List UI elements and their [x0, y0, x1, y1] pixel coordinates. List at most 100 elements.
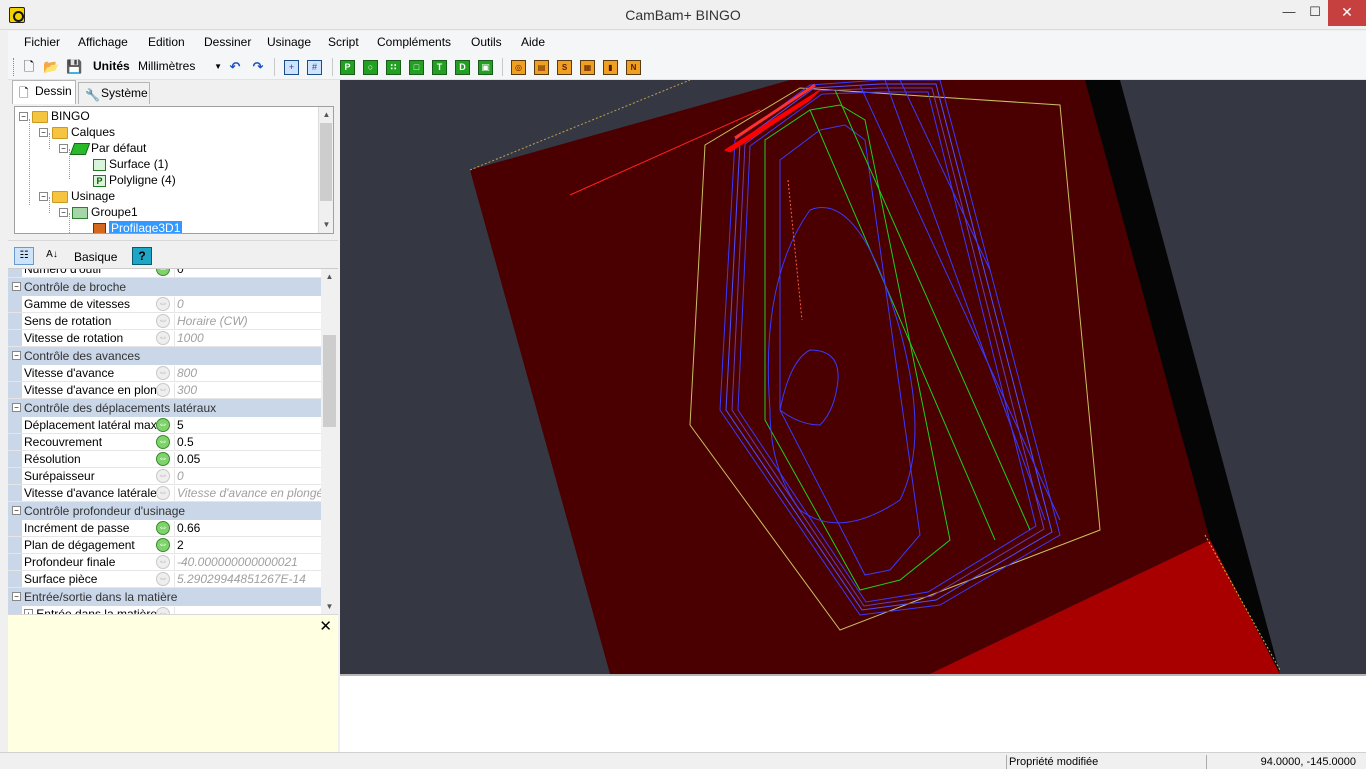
property-row[interactable]: Vitesse d'avance en plongée⇔ 300 [8, 382, 321, 399]
collapse-icon[interactable]: − [12, 506, 21, 515]
auto-value-toggle-icon[interactable]: ⇔ [156, 331, 170, 345]
tree-item-polyline[interactable]: P Polyligne (4) [93, 172, 176, 188]
tree-item-group[interactable]: − Groupe1 [59, 204, 138, 220]
undo-icon[interactable]: ↶ [227, 59, 243, 75]
scroll-up-icon[interactable]: ▲ [319, 107, 333, 122]
property-value[interactable]: 2 [174, 538, 321, 553]
nc-file-op-icon[interactable]: N [626, 60, 641, 75]
property-value[interactable]: 5.29029944851267E-14 [174, 572, 321, 587]
scrollbar-thumb[interactable] [323, 335, 336, 427]
property-row[interactable]: Surépaisseur ⇔ 0 [8, 468, 321, 485]
property-category[interactable]: − Entrée/sortie dans la matière [8, 588, 321, 606]
menu-complements[interactable]: Compléments [377, 35, 451, 49]
auto-value-toggle-icon[interactable]: ⇔ [156, 418, 170, 432]
viewport-canvas[interactable] [340, 80, 1366, 674]
redo-icon[interactable]: ↷ [250, 59, 266, 75]
property-row[interactable]: Sens de rotation ⇔ Horaire (CW) [8, 313, 321, 330]
property-row[interactable]: Vitesse d'avance ⇔ 800 [8, 365, 321, 382]
auto-value-toggle-icon[interactable]: ⇔ [156, 572, 170, 586]
auto-value-toggle-icon[interactable]: ⇔ [156, 486, 170, 500]
toolbar-grip[interactable] [13, 58, 16, 76]
categorized-icon[interactable]: ☷ [14, 247, 34, 265]
engrave-op-icon[interactable]: S [557, 60, 572, 75]
property-value[interactable]: Horaire (CW) [174, 314, 321, 329]
text-draw-icon[interactable]: T [432, 60, 447, 75]
new-file-icon[interactable]: 🗋 [21, 59, 37, 75]
property-value[interactable] [174, 607, 321, 614]
save-icon[interactable]: 💾 [66, 59, 82, 75]
property-row[interactable]: Résolution ⇔ 0.05 [8, 451, 321, 468]
property-value[interactable]: 0 [174, 269, 321, 277]
profile-op-icon[interactable]: ◎ [511, 60, 526, 75]
circle-draw-icon[interactable]: ○ [363, 60, 378, 75]
help-icon[interactable]: ? [132, 247, 152, 265]
auto-value-toggle-icon[interactable]: ⇔ [156, 555, 170, 569]
grid-icon[interactable]: # [307, 60, 322, 75]
property-value[interactable]: 1000 [174, 331, 321, 346]
auto-value-toggle-icon[interactable]: ⇔ [156, 538, 170, 552]
property-scrollbar[interactable]: ▲ ▼ [321, 269, 338, 614]
tab-dessin[interactable]: 🗋 Dessin [12, 80, 76, 104]
message-console[interactable] [340, 674, 1366, 752]
property-category[interactable]: − Contrôle profondeur d'usinage [8, 502, 321, 520]
tree-item-root[interactable]: − BINGO [19, 108, 90, 124]
points-draw-icon[interactable]: ∷ [386, 60, 401, 75]
property-row[interactable]: Plan de dégagement ⇔ 2 [8, 537, 321, 554]
property-row[interactable]: Vitesse d'avance latérale ⇔ Vitesse d'avan… [8, 485, 321, 502]
property-row[interactable]: Vitesse de rotation ⇔ 1000 [8, 330, 321, 347]
maximize-button[interactable]: ☐ [1298, 0, 1332, 26]
menu-usinage[interactable]: Usinage [267, 35, 311, 49]
property-row[interactable]: Profondeur finale ⇔ -40.000000000000021 [8, 554, 321, 571]
property-row[interactable]: Déplacement latéral maxi ⇔ 5 [8, 417, 321, 434]
tree-item-calques[interactable]: − Calques [39, 124, 115, 140]
region-draw-icon[interactable]: D [455, 60, 470, 75]
collapse-icon[interactable]: − [59, 208, 68, 218]
collapse-icon[interactable]: − [12, 403, 21, 412]
scroll-down-icon[interactable]: ▼ [321, 599, 338, 614]
drill-op-icon[interactable]: ▮ [603, 60, 618, 75]
collapse-icon[interactable]: − [12, 282, 21, 291]
property-value[interactable]: 0.66 [174, 521, 321, 536]
snap-icon[interactable]: + [284, 60, 299, 75]
menu-dessiner[interactable]: Dessiner [204, 35, 251, 49]
collapse-icon[interactable]: − [59, 144, 68, 154]
auto-value-toggle-icon[interactable]: ⇔ [156, 452, 170, 466]
basique-button[interactable]: Basique [74, 250, 117, 264]
scroll-up-icon[interactable]: ▲ [321, 269, 338, 284]
property-category[interactable]: − Contrôle des avances [8, 347, 321, 365]
tab-systeme[interactable]: 🔧 Système [78, 82, 150, 104]
auto-value-toggle-icon[interactable]: ⇔ [156, 383, 170, 397]
collapse-icon[interactable]: − [39, 128, 48, 138]
menu-fichier[interactable]: Fichier [24, 35, 60, 49]
3d-viewport[interactable] [340, 80, 1366, 674]
collapse-icon[interactable]: − [39, 192, 48, 202]
auto-value-toggle-icon[interactable]: ⇔ [156, 314, 170, 328]
menu-script[interactable]: Script [328, 35, 359, 49]
auto-value-toggle-icon[interactable]: ⇔ [156, 607, 170, 614]
property-row[interactable]: Numéro d'outil ⇔ 0 [8, 269, 321, 278]
property-value[interactable]: 800 [174, 366, 321, 381]
open-folder-icon[interactable]: 📂 [43, 59, 59, 75]
rectangle-draw-icon[interactable]: □ [409, 60, 424, 75]
menu-affichage[interactable]: Affichage [78, 35, 128, 49]
auto-value-toggle-icon[interactable]: ⇔ [156, 435, 170, 449]
scrollbar-thumb[interactable] [320, 123, 332, 201]
sort-alpha-icon[interactable]: A↓ [42, 247, 62, 265]
collapse-icon[interactable]: − [12, 351, 21, 360]
scroll-down-icon[interactable]: ▼ [319, 217, 333, 232]
property-value[interactable]: 0 [174, 469, 321, 484]
property-value[interactable]: Vitesse d'avance en plongée [174, 486, 321, 501]
property-value[interactable]: -40.000000000000021 [174, 555, 321, 570]
property-value[interactable]: 0.5 [174, 435, 321, 450]
property-row[interactable]: Incrément de passe ⇔ 0.66 [8, 520, 321, 537]
property-row[interactable]: Surface pièce ⇔ 5.29029944851267E-14 [8, 571, 321, 588]
pocket-op-icon[interactable]: ▤ [534, 60, 549, 75]
property-row[interactable]: Recouvrement ⇔ 0.5 [8, 434, 321, 451]
auto-value-toggle-icon[interactable]: ⇔ [156, 521, 170, 535]
property-value[interactable]: 5 [174, 418, 321, 433]
property-category[interactable]: − Contrôle de broche [8, 278, 321, 296]
collapse-icon[interactable]: − [12, 592, 21, 601]
close-icon[interactable]: ✕ [319, 617, 332, 635]
menu-outils[interactable]: Outils [471, 35, 502, 49]
property-value[interactable]: 0.05 [174, 452, 321, 467]
